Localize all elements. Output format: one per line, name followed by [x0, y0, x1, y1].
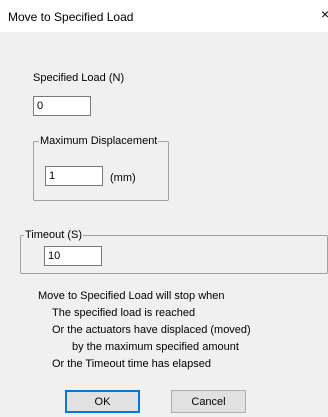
- info-line-5: Or the Timeout time has elapsed: [52, 358, 211, 370]
- info-line-3: Or the actuators have displaced (moved): [52, 324, 251, 336]
- timeout-label: Timeout (S): [24, 229, 84, 242]
- window-title: Move to Specified Load: [8, 10, 134, 24]
- move-to-specified-load-dialog: Move to Specified Load × Specified Load …: [0, 0, 328, 417]
- info-line-2: The specified load is reached: [52, 307, 196, 319]
- max-displacement-label: Maximum Displacement: [39, 135, 159, 148]
- specified-load-label: Specified Load (N): [33, 72, 125, 84]
- max-displacement-unit: (mm): [110, 172, 136, 184]
- cancel-button[interactable]: Cancel: [171, 390, 246, 413]
- info-line-4: by the maximum specified amount: [72, 341, 239, 353]
- close-icon[interactable]: ×: [321, 7, 328, 21]
- ok-button[interactable]: OK: [65, 390, 140, 413]
- specified-load-input[interactable]: [33, 96, 91, 116]
- title-bar: Move to Specified Load ×: [0, 0, 328, 32]
- info-line-1: Move to Specified Load will stop when: [38, 290, 225, 302]
- timeout-input[interactable]: [44, 246, 102, 266]
- max-displacement-input[interactable]: [45, 166, 103, 186]
